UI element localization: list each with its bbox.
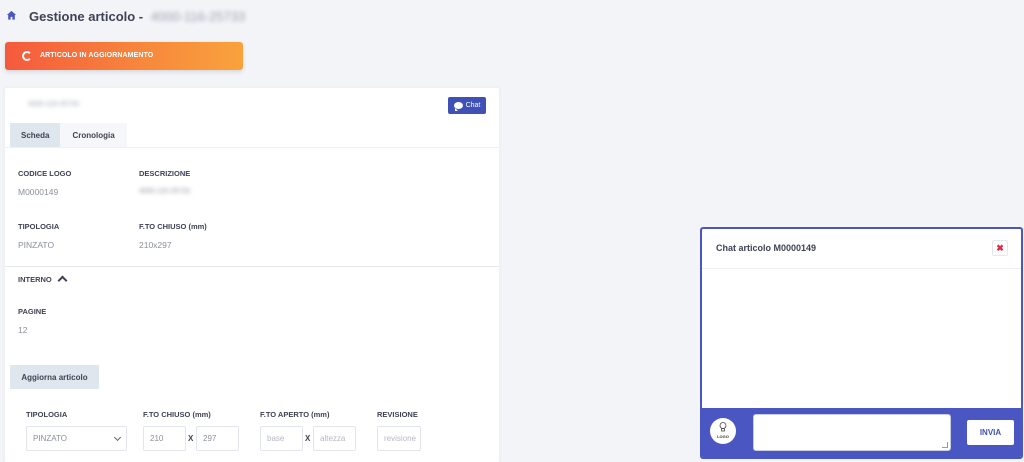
home-icon[interactable] xyxy=(6,10,17,21)
close-chat-button[interactable]: ✖ xyxy=(992,240,1008,256)
chat-composer: LOGO INVIA xyxy=(702,408,1021,457)
chat-panel: Chat articolo M0000149 ✖ LOGO INVIA xyxy=(700,227,1023,459)
tab-cronologia-label: Cronologia xyxy=(72,130,115,140)
fto-chiuso-width-value: 210 xyxy=(150,434,164,443)
avatar-logo-text: LOGO xyxy=(717,434,729,439)
tipologia-value: PINZATO xyxy=(18,240,55,250)
fto-chiuso-height-value: 297 xyxy=(203,434,217,443)
chat-messages-area[interactable] xyxy=(702,270,1021,408)
chat-panel-header: Chat articolo M0000149 ✖ xyxy=(702,229,1021,269)
codice-logo-value: M0000149 xyxy=(18,187,59,197)
page-header: Gestione articolo - 4000-116-25733 xyxy=(0,0,1024,34)
tipologia-select-value: PINZATO xyxy=(33,434,67,443)
fto-aperto-base-input[interactable]: base xyxy=(260,426,303,451)
chat-button-label: Chat xyxy=(465,102,481,109)
tipologia-label: TIPOLOGIA xyxy=(18,222,60,231)
close-icon: ✖ xyxy=(996,242,1004,253)
spinner-icon xyxy=(22,51,32,61)
page-title: Gestione articolo - 4000-116-25733 xyxy=(29,9,245,24)
resize-handle-icon[interactable] xyxy=(942,442,948,448)
form-fto-chiuso-label: F.TO CHIUSO (mm) xyxy=(143,410,211,419)
update-article-button[interactable]: Aggiorna articolo xyxy=(10,365,99,389)
fto-chiuso-width-input[interactable]: 210 xyxy=(143,426,186,451)
revisione-placeholder: revisione xyxy=(384,434,417,443)
form-tipologia-label: TIPOLOGIA xyxy=(26,410,68,419)
fto-chiuso-height-input[interactable]: 297 xyxy=(196,426,239,451)
send-message-button[interactable]: INVIA xyxy=(967,420,1014,445)
status-banner-text: ARTICOLO IN AGGIORNAMENTO xyxy=(40,52,154,59)
fto-chiuso-separator: X xyxy=(188,434,194,443)
tab-scheda[interactable]: Scheda xyxy=(10,123,61,147)
fto-aperto-separator: X xyxy=(305,434,311,443)
fto-aperto-base-placeholder: base xyxy=(267,434,285,443)
chevron-down-icon xyxy=(113,433,122,441)
page-title-article-code: 4000-116-25733 xyxy=(150,9,246,24)
fto-aperto-altezza-input[interactable]: altezza xyxy=(313,426,356,451)
lightbulb-icon xyxy=(719,422,727,432)
interno-label: INTERNO xyxy=(18,275,52,284)
send-button-label: INVIA xyxy=(979,428,1002,437)
descrizione-label: DESCRIZIONE xyxy=(139,169,191,178)
chat-message-input[interactable] xyxy=(753,414,951,451)
chat-panel-title: Chat articolo M0000149 xyxy=(716,243,817,253)
status-banner: ARTICOLO IN AGGIORNAMENTO xyxy=(5,42,243,70)
revisione-input[interactable]: revisione xyxy=(377,426,421,451)
pagine-value: 12 xyxy=(18,325,28,335)
chat-bubble-icon xyxy=(453,102,463,111)
form-fto-aperto-label: F.TO APERTO (mm) xyxy=(260,410,330,419)
tab-scheda-label: Scheda xyxy=(21,130,50,140)
descrizione-value: 4000-116-25733 xyxy=(139,188,190,195)
fto-chiuso-label: F.TO CHIUSO (mm) xyxy=(139,222,207,231)
fto-aperto-altezza-placeholder: altezza xyxy=(320,434,346,443)
open-chat-button[interactable]: Chat xyxy=(448,97,486,114)
update-article-button-label: Aggiorna articolo xyxy=(21,372,88,382)
avatar: LOGO xyxy=(710,418,736,444)
codice-logo-label: CODICE LOGO xyxy=(18,169,72,178)
article-tabs: Scheda Cronologia xyxy=(10,123,127,147)
form-revisione-label: REVISIONE xyxy=(377,410,418,419)
tipologia-select[interactable]: PINZATO xyxy=(26,426,127,451)
chevron-up-icon xyxy=(57,275,68,286)
article-card-code: 4000-116-25733 xyxy=(28,101,79,108)
tabs-divider xyxy=(5,147,499,148)
pagine-label: PAGINE xyxy=(18,307,47,316)
fto-chiuso-value: 210x297 xyxy=(139,240,172,250)
interno-toggle[interactable]: INTERNO xyxy=(18,275,68,286)
page-title-text: Gestione articolo - xyxy=(29,9,144,24)
tab-cronologia[interactable]: Cronologia xyxy=(60,123,127,147)
section-divider xyxy=(5,266,499,267)
